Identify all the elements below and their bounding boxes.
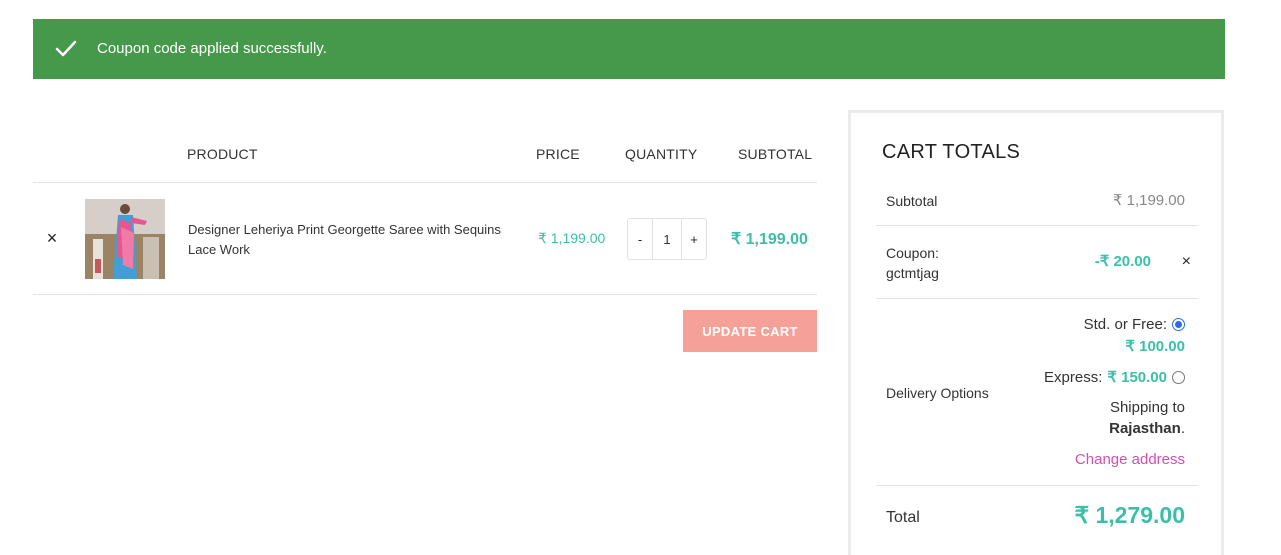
check-icon xyxy=(55,40,77,57)
header-quantity: QUANTITY xyxy=(625,146,698,162)
quantity-decrease-button[interactable]: - xyxy=(628,219,652,259)
shipping-standard-price: ₹ 100.00 xyxy=(1125,338,1185,355)
product-thumbnail[interactable] xyxy=(85,199,165,279)
divider xyxy=(876,225,1198,226)
quantity-input[interactable]: 1 xyxy=(652,219,682,259)
divider xyxy=(876,298,1198,299)
coupon-code: gctmtjag xyxy=(886,265,939,281)
header-divider xyxy=(33,182,817,183)
total-value: ₹ 1,279.00 xyxy=(1074,502,1185,528)
remove-coupon-button[interactable]: × xyxy=(1182,253,1191,271)
header-price: PRICE xyxy=(536,146,580,162)
shipping-option-express[interactable]: Express: ₹ 150.00 xyxy=(1044,368,1185,386)
notice-message: Coupon code applied successfully. xyxy=(97,40,327,57)
shipping-option-standard[interactable]: Std. or Free: xyxy=(1084,316,1185,333)
change-address-link[interactable]: Change address xyxy=(1075,451,1185,468)
product-price: ₹ 1,199.00 xyxy=(538,230,606,246)
update-cart-button[interactable]: UPDATE CART xyxy=(683,310,817,352)
remove-item-button[interactable]: × xyxy=(44,229,60,247)
coupon-label: Coupon: xyxy=(886,245,939,261)
header-product: PRODUCT xyxy=(187,146,258,162)
radio-standard[interactable] xyxy=(1172,318,1185,331)
shipping-option-label: Express: xyxy=(1044,368,1103,386)
total-label: Total xyxy=(886,509,920,526)
coupon-discount-value: -₹ 20.00 xyxy=(1094,253,1151,270)
shipping-destination: Rajasthan. xyxy=(1109,420,1185,437)
product-subtotal: ₹ 1,199.00 xyxy=(731,231,808,248)
quantity-stepper: - 1 + xyxy=(627,218,707,260)
shipping-option-label: Std. or Free: xyxy=(1083,316,1167,333)
cart-totals-panel: CART TOTALS Subtotal ₹ 1,199.00 Coupon: … xyxy=(848,110,1224,555)
radio-express[interactable] xyxy=(1172,370,1185,384)
shipping-period: . xyxy=(1180,420,1185,437)
subtotal-label: Subtotal xyxy=(886,193,938,209)
quantity-increase-button[interactable]: + xyxy=(682,219,706,259)
shipping-to-label: Shipping to xyxy=(1109,399,1185,416)
saree-image xyxy=(85,199,165,279)
delivery-options-label: Delivery Options xyxy=(886,385,989,401)
header-subtotal: SUBTOTAL xyxy=(738,146,813,162)
cart-totals-title: CART TOTALS xyxy=(882,141,1021,163)
shipping-express-price: ₹ 150.00 xyxy=(1107,369,1167,386)
subtotal-value: ₹ 1,199.00 xyxy=(1112,192,1185,209)
row-divider xyxy=(33,294,817,295)
product-name-link[interactable]: Designer Leheriya Print Georgette Saree … xyxy=(188,220,523,260)
success-notice: Coupon code applied successfully. xyxy=(33,19,1225,79)
shipping-region: Rajasthan xyxy=(1109,420,1181,437)
divider xyxy=(876,485,1198,486)
